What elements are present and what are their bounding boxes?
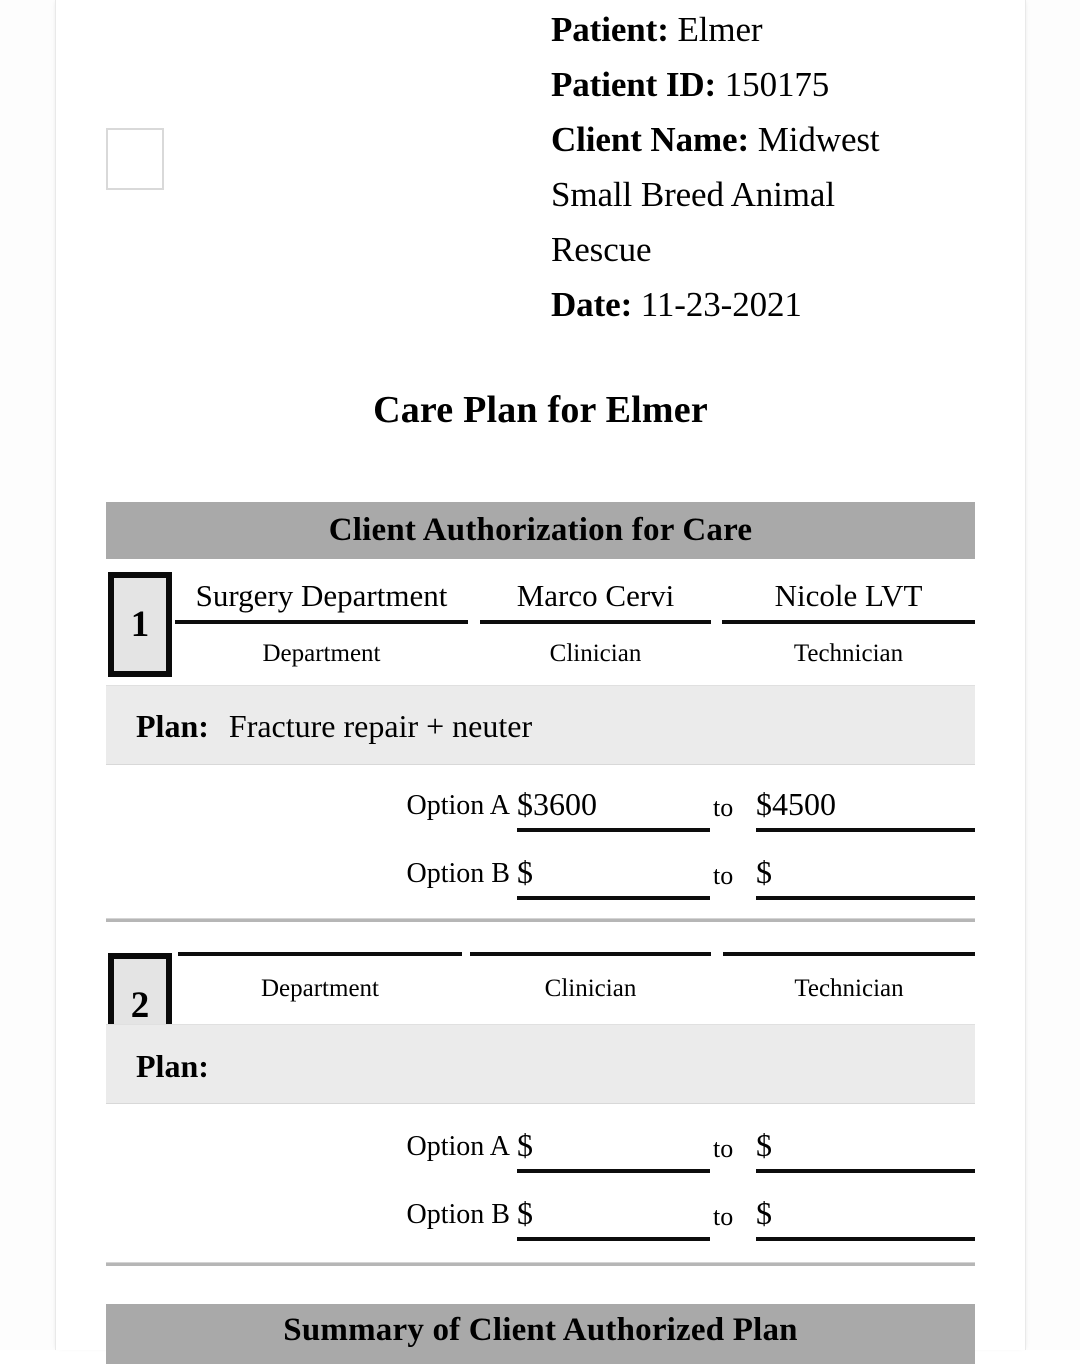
patient-id-label: Patient ID: [551, 65, 717, 104]
section1-option-a-low-value[interactable]: $3600 [517, 786, 597, 823]
section1-technician-value[interactable]: Nicole LVT [722, 578, 975, 614]
section1-option-b-high-rule [756, 896, 975, 900]
client-name-continued-2: Rescue [551, 230, 652, 269]
section2-option-a-high-value[interactable]: $ [756, 1127, 772, 1164]
section2-technician-caption: Technician [794, 975, 904, 1002]
patient-label: Patient: [551, 10, 669, 49]
section1-technician-caption: Technician [793, 640, 904, 667]
section1-plan-label: Plan: [136, 708, 209, 744]
section1-plan-row[interactable]: Plan: Fracture repair + neuter [136, 708, 532, 745]
section2-option-a-low-rule [517, 1169, 710, 1173]
section1-clinician-rule [480, 620, 711, 624]
page-title: Care Plan for Elmer [373, 389, 708, 431]
section-header-client-authorization: Client Authorization for Care [106, 502, 975, 559]
section2-option-b-high-value[interactable]: $ [756, 1195, 772, 1232]
page-gutter-left [0, 0, 56, 1350]
section1-department-value[interactable]: Surgery Department [175, 578, 468, 614]
section-divider-1 [106, 918, 975, 922]
page-gutter-right [1025, 0, 1080, 1350]
section1-option-a-to: to [713, 793, 734, 822]
section2-option-b-low-value[interactable]: $ [517, 1195, 533, 1232]
date-label: Date: [551, 285, 633, 324]
section2-department-rule [178, 952, 462, 956]
section2-department-caption: Department [260, 975, 379, 1002]
client-name-label: Client Name: [551, 120, 750, 159]
section1-option-b-to: to [713, 861, 734, 890]
section2-option-b-label: Option B [406, 1199, 510, 1230]
logo-placeholder-box [106, 128, 164, 190]
patient-id-line: Patient ID: 150175 [551, 57, 971, 112]
section2-option-b-low-rule [517, 1237, 710, 1241]
section2-option-a-label: Option A [406, 1131, 510, 1162]
section1-option-a-label: Option A [406, 790, 510, 821]
section2-option-a-to: to [713, 1134, 734, 1163]
section2-option-b-to: to [713, 1202, 734, 1231]
section2-option-a-low-value[interactable]: $ [517, 1127, 533, 1164]
section1-plan-value: Fracture repair + neuter [228, 708, 533, 744]
section2-technician-rule [723, 952, 975, 956]
patient-line: Patient: Elmer [551, 2, 971, 57]
section2-plan-row[interactable]: Plan: [136, 1048, 221, 1085]
section-divider-2 [106, 1262, 975, 1266]
date-value: 11-23-2021 [640, 285, 802, 324]
section1-option-a-high-rule [756, 828, 975, 832]
section2-option-b-high-rule [756, 1237, 975, 1241]
section1-option-b-low-value[interactable]: $ [517, 854, 533, 891]
patient-value: Elmer [677, 10, 763, 49]
client-name-value: Midwest [757, 120, 880, 159]
section2-plan-strip [106, 1024, 975, 1104]
date-line: Date: 11-23-2021 [551, 277, 971, 332]
section1-clinician-caption: Clinician [549, 640, 642, 667]
section2-plan-label: Plan: [136, 1048, 209, 1084]
client-name-continued-1: Small Breed Animal [551, 175, 835, 214]
section-number-1: 1 [108, 572, 172, 677]
section2-clinician-caption: Clinician [544, 975, 637, 1002]
section1-option-a-high-value[interactable]: $4500 [756, 786, 836, 823]
section2-option-a-high-rule [756, 1169, 975, 1173]
client-name-line: Client Name: Midwest [551, 112, 971, 167]
patient-id-value: 150175 [724, 65, 830, 104]
section1-option-b-low-rule [517, 896, 710, 900]
section-header-summary: Summary of Client Authorized Plan [106, 1304, 975, 1364]
section1-clinician-value[interactable]: Marco Cervi [480, 578, 711, 614]
section1-option-a-low-rule [517, 828, 710, 832]
section1-department-caption: Department [262, 640, 381, 667]
patient-header: Patient: Elmer Patient ID: 150175 Client… [551, 2, 971, 332]
section1-technician-rule [722, 620, 975, 624]
section1-option-b-label: Option B [406, 858, 510, 889]
section1-option-b-high-value[interactable]: $ [756, 854, 772, 891]
section1-department-rule [175, 620, 468, 624]
section2-clinician-rule [470, 952, 711, 956]
